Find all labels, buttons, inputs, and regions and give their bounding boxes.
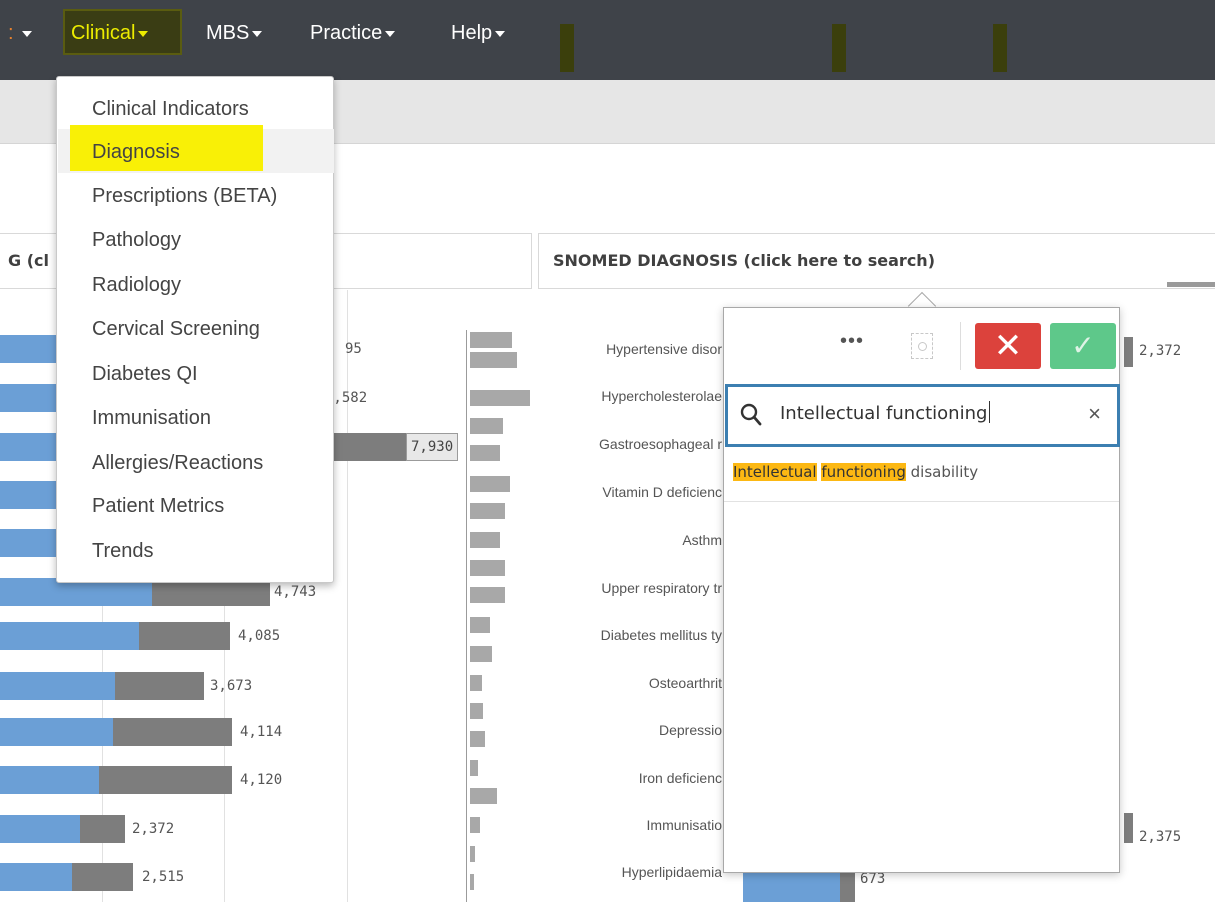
redaction-mark	[832, 24, 846, 72]
search-input[interactable]: Intellectual functioning	[780, 401, 991, 424]
diagnosis-bar[interactable]	[1124, 813, 1133, 843]
bar-value-label: 95	[345, 341, 362, 357]
bar-segment-gray[interactable]	[80, 815, 125, 843]
diagnosis-value: 2,375	[1139, 829, 1182, 845]
mini-bar[interactable]	[470, 587, 505, 603]
clinical-dropdown-menu: Clinical Indicators Diagnosis Prescripti…	[56, 76, 334, 583]
menu-item-cervical-screening[interactable]: Cervical Screening	[92, 318, 260, 341]
bar-segment-gray[interactable]	[333, 433, 407, 461]
diagnosis-label[interactable]: Hyperlipidaemia	[622, 864, 722, 880]
nav-previous-menu[interactable]: :	[8, 20, 33, 52]
diagnosis-label[interactable]: Diabetes mellitus ty	[601, 627, 722, 643]
search-result-item[interactable]: Intellectual functioning disability	[733, 463, 978, 481]
mini-bar[interactable]	[470, 560, 505, 576]
mini-bar[interactable]	[470, 817, 480, 833]
bar-value-label: 2,515	[142, 869, 185, 885]
result-match-2: functioning	[821, 463, 906, 481]
result-rest: disability	[910, 463, 979, 481]
mini-bar[interactable]	[470, 646, 492, 662]
search-icon	[740, 403, 762, 426]
mini-bar[interactable]	[470, 874, 474, 890]
nav-clinical[interactable]: Clinical	[71, 20, 149, 52]
mini-bar[interactable]	[470, 703, 483, 719]
bar-segment-blue[interactable]	[0, 815, 80, 843]
menu-item-clinical-indicators[interactable]: Clinical Indicators	[92, 98, 249, 121]
divider	[960, 322, 961, 370]
mini-bar[interactable]	[470, 788, 497, 804]
snomed-label-column: Hypertensive disor Hypercholesterolae Ga…	[540, 0, 722, 902]
mini-bar[interactable]	[470, 352, 517, 368]
mini-bar[interactable]	[470, 760, 478, 776]
diagnosis-label[interactable]: Immunisatio	[647, 817, 722, 833]
more-options-icon[interactable]: •••	[840, 330, 864, 353]
lasso-select-icon[interactable]	[911, 333, 933, 359]
bar-segment-gray[interactable]	[113, 718, 232, 746]
mini-bar[interactable]	[470, 675, 482, 691]
menu-item-trends[interactable]: Trends	[92, 540, 154, 563]
clear-search-icon[interactable]: ×	[1088, 401, 1101, 427]
mini-bar[interactable]	[470, 846, 475, 862]
axis-line	[466, 330, 467, 902]
scroll-indicator	[1167, 282, 1215, 287]
bar-segment-blue[interactable]	[0, 672, 115, 700]
menu-item-diagnosis[interactable]: Diagnosis	[92, 141, 180, 164]
bar-segment-gray[interactable]	[840, 871, 855, 902]
divider	[724, 501, 1119, 502]
mini-bar[interactable]	[470, 476, 510, 492]
diagnosis-label[interactable]: Depressio	[659, 722, 722, 738]
mini-bar[interactable]	[470, 503, 505, 519]
confirm-selection-button[interactable]: ✓	[1050, 323, 1116, 369]
bar-segment-blue[interactable]	[743, 871, 840, 902]
bar-segment-gray[interactable]	[139, 622, 230, 650]
bar-segment-blue[interactable]	[0, 622, 139, 650]
bar-segment-blue[interactable]	[0, 766, 99, 794]
mini-bar[interactable]	[470, 418, 503, 434]
diagnosis-label[interactable]: Upper respiratory tr	[601, 580, 722, 596]
diagnosis-label[interactable]: Hypercholesterolae	[601, 388, 722, 404]
diagnosis-label[interactable]: Asthm	[682, 532, 722, 548]
mini-bar[interactable]	[470, 532, 500, 548]
menu-item-diabetes-qi[interactable]: Diabetes QI	[92, 363, 198, 386]
left-panel-title: G (cl	[8, 251, 49, 270]
redaction-mark	[993, 24, 1007, 72]
diagnosis-label[interactable]: Iron deficienc	[639, 770, 722, 786]
nav-mbs[interactable]: MBS	[206, 20, 263, 52]
diagnosis-label[interactable]: Vitamin D deficienc	[602, 484, 722, 500]
diagnosis-bar[interactable]	[1124, 337, 1133, 367]
bar-segment-gray[interactable]	[72, 863, 133, 891]
bar-value-label: 2,372	[132, 821, 175, 837]
bar-segment-gray[interactable]	[115, 672, 204, 700]
bar-value-label: 4,114	[240, 724, 283, 740]
nav-practice[interactable]: Practice	[310, 20, 396, 52]
mini-bar[interactable]	[470, 617, 490, 633]
diagnosis-label[interactable]: Osteoarthrit	[649, 675, 722, 691]
diagnosis-label[interactable]: Gastroesophageal r	[599, 436, 722, 452]
cancel-selection-button[interactable]: ✕	[975, 323, 1041, 369]
bar-segment-blue[interactable]	[0, 718, 113, 746]
search-box[interactable]: Intellectual functioning ×	[725, 384, 1120, 447]
bar-value-label: 3,673	[210, 678, 253, 694]
bar-value-label: 4,085	[238, 628, 281, 644]
menu-item-allergies[interactable]: Allergies/Reactions	[92, 452, 263, 475]
nav-help[interactable]: Help	[451, 20, 506, 52]
bar-value-label: 7,930	[406, 433, 459, 461]
result-match-1: Intellectual	[733, 463, 817, 481]
mini-bar[interactable]	[470, 445, 500, 461]
diagnosis-value: 2,372	[1139, 343, 1182, 359]
search-popup: ••• ✕ ✓ Intellectual functioning × Intel…	[723, 307, 1120, 873]
menu-item-immunisation[interactable]: Immunisation	[92, 407, 211, 430]
menu-item-radiology[interactable]: Radiology	[92, 274, 181, 297]
bar-value-label: 4,120	[240, 772, 283, 788]
gridline	[347, 290, 348, 902]
menu-item-prescriptions[interactable]: Prescriptions (BETA)	[92, 185, 277, 208]
menu-item-pathology[interactable]: Pathology	[92, 229, 181, 252]
mini-bar[interactable]	[470, 390, 530, 406]
diagnosis-value: 673	[860, 871, 886, 887]
menu-item-patient-metrics[interactable]: Patient Metrics	[92, 495, 224, 518]
diagnosis-label[interactable]: Hypertensive disor	[606, 341, 722, 357]
bar-segment-blue[interactable]	[0, 863, 72, 891]
mini-bar[interactable]	[470, 332, 512, 348]
mini-bar[interactable]	[470, 731, 485, 747]
bar-segment-gray[interactable]	[99, 766, 232, 794]
